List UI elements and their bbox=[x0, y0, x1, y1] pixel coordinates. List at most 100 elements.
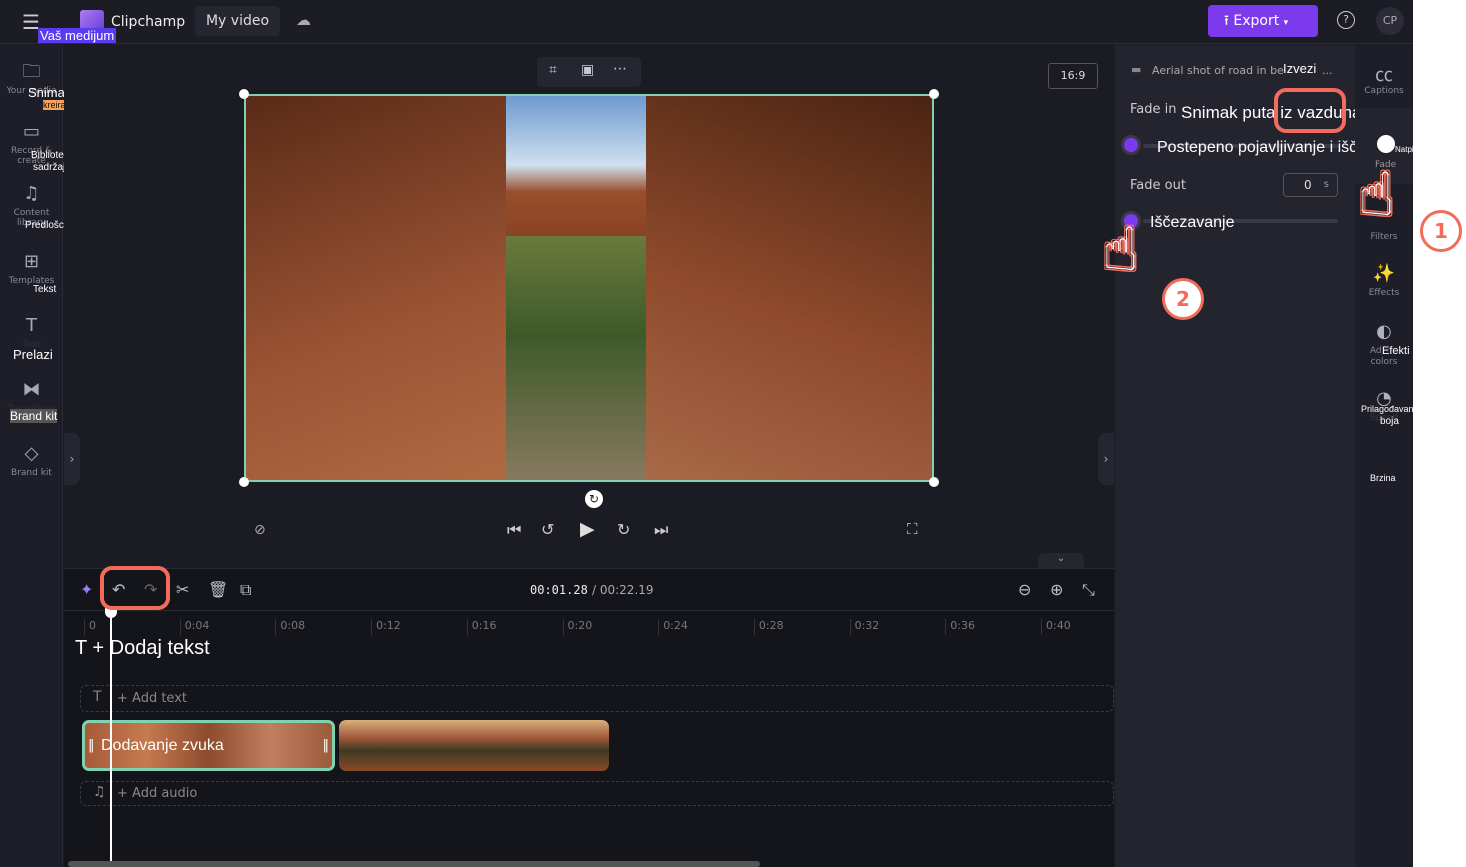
clipchamp-logo bbox=[80, 10, 104, 30]
sidebar-item-templates[interactable]: ⊞ Templates bbox=[0, 251, 63, 286]
fade-in-label: Fade in bbox=[1130, 102, 1177, 117]
callout-2: 2 bbox=[1162, 278, 1204, 320]
playhead[interactable] bbox=[110, 607, 112, 867]
overlay-export: Izvezi bbox=[1283, 61, 1317, 76]
video-clip-selected[interactable]: ‖ Dodavanje zvuka ‖ bbox=[82, 720, 335, 771]
ruler-tick: 0:28 bbox=[753, 619, 784, 635]
expand-panel-button[interactable]: › bbox=[1098, 433, 1114, 485]
sidebar-item-text[interactable]: T Text bbox=[0, 315, 63, 350]
ruler-tick: 0:20 bbox=[562, 619, 592, 635]
collapse-preview-button[interactable]: ⌄ bbox=[1038, 553, 1084, 568]
highlight-fade-in-input bbox=[1274, 88, 1346, 133]
highlight-undo-redo bbox=[100, 566, 170, 610]
overlay-clip-label: Dodavanje zvuka bbox=[101, 737, 224, 754]
properties-panel: ▬ Aerial shot of road in be Izvezi ... F… bbox=[1115, 45, 1451, 867]
project-name[interactable]: My video bbox=[195, 6, 280, 36]
ruler-tick: 0 bbox=[84, 619, 96, 635]
delete-icon[interactable]: 🗑 bbox=[208, 580, 228, 599]
overlay-label: Prilagođavanje bbox=[1361, 404, 1421, 414]
canyon-wall-left bbox=[246, 96, 506, 480]
export-button[interactable]: ⭱ Export ▾ bbox=[1208, 5, 1318, 37]
effects-icon: ✨ bbox=[1372, 263, 1396, 284]
clipchamp-app: ☰ Clipchamp Vaš medijum My video ☁ ⭱ Exp… bbox=[0, 0, 1451, 867]
overlay-label: Prelazi bbox=[13, 347, 53, 362]
overlay-your-media: Vaš medijum bbox=[38, 28, 117, 43]
sidebar-item-brand-kit[interactable]: ◇ Brand kit bbox=[0, 443, 63, 478]
camera-icon: ▭ bbox=[22, 121, 40, 142]
fit-timeline-icon[interactable]: ⤡ bbox=[1082, 580, 1095, 600]
resize-handle[interactable] bbox=[929, 89, 939, 99]
more-icon[interactable]: ⋯ bbox=[613, 61, 627, 77]
resize-handle[interactable] bbox=[239, 89, 249, 99]
zoom-in-icon[interactable]: ⊕ bbox=[1050, 580, 1063, 599]
add-audio-button[interactable]: + Add audio bbox=[117, 786, 197, 801]
pointer-hand-icon: ☝ bbox=[1358, 160, 1395, 230]
horizontal-scrollbar[interactable] bbox=[68, 861, 760, 867]
add-media-icon[interactable]: ⧉ bbox=[240, 580, 251, 600]
ruler-tick: 0:08 bbox=[275, 619, 305, 635]
audio-track[interactable]: ♫ + Add audio bbox=[80, 781, 1114, 806]
fade-out-input[interactable]: 0s bbox=[1283, 173, 1338, 197]
resize-handle[interactable] bbox=[239, 477, 249, 487]
fade-in-slider-thumb[interactable] bbox=[1121, 135, 1141, 155]
preview-toolbar: ⌗ ▣ ⋯ bbox=[537, 57, 641, 87]
ruler-tick: 0:12 bbox=[371, 619, 401, 635]
video-preview[interactable] bbox=[244, 94, 934, 482]
magic-icon[interactable]: ✦ bbox=[80, 580, 93, 599]
aspect-ratio-button[interactable]: 16:9 bbox=[1048, 63, 1098, 89]
ruler-tick: 0:36 bbox=[945, 619, 975, 635]
skip-back-icon[interactable]: ⏮ bbox=[507, 520, 521, 540]
overlay-add-text: T + Dodaj tekst bbox=[75, 637, 210, 659]
rail-item-effects[interactable]: ✨ Effects bbox=[1355, 263, 1413, 298]
fit-icon[interactable]: ▣ bbox=[581, 62, 594, 78]
ruler-tick: 0:16 bbox=[466, 619, 497, 635]
text-track[interactable]: T + Add text bbox=[80, 685, 1114, 712]
callout-1: 1 bbox=[1420, 210, 1462, 252]
text-icon: T bbox=[93, 689, 102, 705]
folder-icon: 🗀 bbox=[22, 61, 41, 82]
trim-handle-right[interactable]: ‖ bbox=[323, 738, 330, 753]
cloud-off-icon[interactable]: ☁ bbox=[296, 11, 311, 29]
resize-handle[interactable] bbox=[929, 477, 939, 487]
overlay-fade-out: Iščezavanje bbox=[1150, 214, 1235, 231]
zoom-out-icon[interactable]: ⊖ bbox=[1018, 580, 1031, 599]
caption-off-icon[interactable]: ⊘ bbox=[254, 522, 266, 538]
fade-icon bbox=[1377, 135, 1395, 153]
clip-name-ellipsis: ... bbox=[1322, 64, 1333, 77]
rail-item-captions[interactable]: ㏄ Captions bbox=[1355, 61, 1413, 96]
adjust-colors-icon: ◐ bbox=[1376, 321, 1392, 342]
play-icon[interactable]: ▶ bbox=[580, 518, 595, 540]
scissors-icon[interactable]: ✂ bbox=[176, 580, 189, 599]
pointer-hand-icon: ☝ bbox=[1102, 215, 1139, 285]
clip-name: Aerial shot of road in be bbox=[1152, 64, 1284, 77]
rail-item-label: Effects bbox=[1368, 288, 1400, 298]
expand-sidebar-button[interactable]: › bbox=[64, 433, 80, 485]
video-clip[interactable] bbox=[339, 720, 609, 771]
fullscreen-icon[interactable]: ⛶ bbox=[907, 520, 918, 538]
text-icon: T bbox=[26, 315, 37, 336]
forward-5-icon[interactable]: ↻ bbox=[617, 520, 630, 539]
crop-icon[interactable]: ⌗ bbox=[549, 62, 557, 78]
ruler-tick: 0:24 bbox=[658, 619, 688, 635]
help-icon[interactable]: ? bbox=[1337, 11, 1355, 29]
divider bbox=[64, 610, 1114, 611]
canyon-wall-right bbox=[646, 96, 932, 480]
add-text-button[interactable]: + Add text bbox=[117, 691, 187, 706]
captions-icon: ㏄ bbox=[1375, 65, 1393, 86]
rewind-5-icon[interactable]: ↺ bbox=[541, 520, 554, 539]
total-time: / 00:22.19 bbox=[592, 583, 654, 597]
skip-forward-icon[interactable]: ⏭ bbox=[654, 520, 668, 540]
brand-kit-icon: ◇ bbox=[24, 443, 39, 464]
rail-item-label: Captions bbox=[1364, 86, 1404, 96]
rotate-handle[interactable]: ↻ bbox=[585, 490, 603, 508]
sidebar-item-label: Brand kit bbox=[11, 468, 52, 478]
upload-icon: ⭱ bbox=[1224, 13, 1234, 29]
overlay-label: Brzina bbox=[1370, 473, 1396, 483]
overlay-label: Natpisi bbox=[1395, 145, 1420, 154]
overlay-fade-in-slider: Postepeno pojavljivanje i iščeza bbox=[1157, 139, 1383, 156]
clip-icon: ▬ bbox=[1131, 63, 1142, 76]
avatar[interactable]: CP bbox=[1376, 7, 1404, 35]
ruler-tick: 0:40 bbox=[1041, 619, 1071, 635]
overlay-label: Efekti bbox=[1382, 345, 1410, 357]
trim-handle-left[interactable]: ‖ bbox=[88, 738, 95, 753]
